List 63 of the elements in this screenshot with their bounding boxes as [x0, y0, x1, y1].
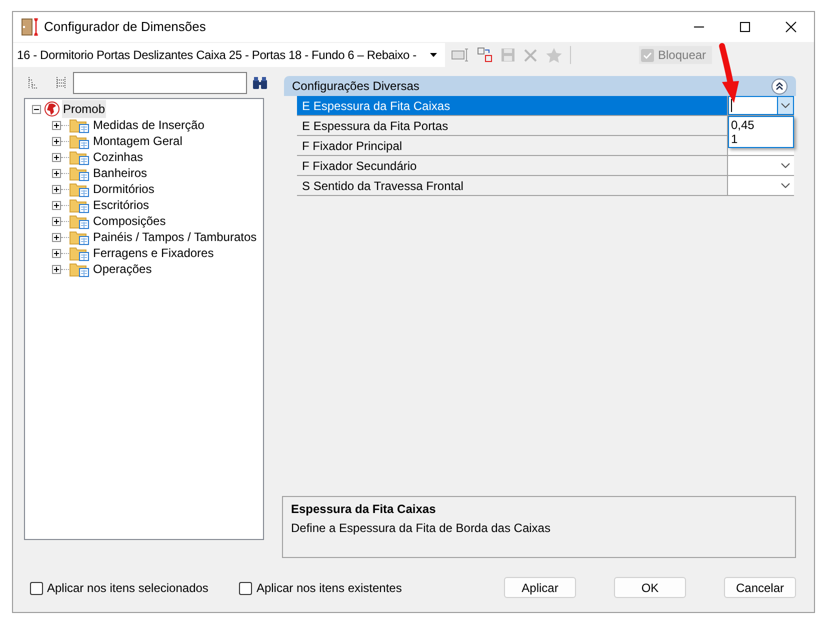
folder-icon [69, 133, 90, 149]
expand-icon[interactable] [52, 184, 61, 194]
item-combo[interactable]: 16 - Dormitorio Portas Deslizantes Caixa 25 - Portas 18 - Fundo 6 – Rebaixo - [13, 43, 445, 67]
list-view-icon[interactable] [56, 76, 66, 90]
tree-item[interactable]: Medidas de Inserção [92, 116, 206, 134]
folder-icon [69, 261, 90, 277]
folder-icon [69, 213, 90, 229]
expand-icon[interactable] [52, 136, 61, 146]
folder-icon [69, 229, 90, 245]
dialog-button[interactable]: Cancelar [724, 577, 796, 598]
expand-icon[interactable] [52, 120, 61, 130]
search-field[interactable] [73, 72, 247, 94]
expand-icon[interactable] [52, 168, 61, 178]
value-dropdown[interactable] [728, 96, 794, 115]
dropdown-icon[interactable] [430, 52, 438, 58]
collapse-icon[interactable] [32, 104, 41, 114]
category-title: Configurações Diversas [292, 78, 420, 95]
expand-icon[interactable] [52, 264, 61, 274]
globe-icon [44, 101, 60, 117]
expand-icon[interactable] [52, 152, 61, 162]
dropdown-option[interactable]: 1 [729, 132, 793, 146]
category-header[interactable]: Configurações Diversas [284, 76, 796, 96]
chevron-icon[interactable] [781, 163, 790, 168]
checkbox[interactable] [30, 582, 43, 594]
tree-item[interactable]: Dormitórios [92, 180, 156, 198]
app-icon [21, 18, 41, 36]
tree-item[interactable]: Ferragens e Fixadores [92, 244, 215, 262]
dialog-button[interactable]: Aplicar [504, 577, 576, 598]
tree-item[interactable]: Montagem Geral [92, 132, 184, 150]
expand-icon[interactable] [52, 248, 61, 258]
checkbox-label: Aplicar nos itens existentes [256, 580, 402, 597]
star-icon[interactable] [546, 48, 562, 62]
checkbox-label: Aplicar nos itens selecionados [47, 580, 208, 597]
binoculars-icon[interactable] [252, 76, 268, 90]
tree-item[interactable]: Promob [62, 100, 106, 118]
description-title: Espessura da Fita Caixas [291, 501, 437, 518]
window-title: Configurador de Dimensões [44, 18, 206, 36]
folder-icon [69, 245, 90, 261]
expand-icon[interactable] [52, 216, 61, 226]
folder-icon [69, 181, 90, 197]
tree-item[interactable]: Cozinhas [92, 148, 144, 166]
tree-item[interactable]: Painéis / Tampos / Tamburatos [92, 228, 258, 246]
checkbox[interactable] [239, 582, 252, 594]
folder-icon [69, 197, 90, 213]
tree-item[interactable]: Composições [92, 212, 167, 230]
folder-icon [69, 149, 90, 165]
lock-label: Bloquear [658, 47, 706, 64]
tree-item[interactable]: Escritórios [92, 196, 150, 214]
expand-icon[interactable] [52, 232, 61, 242]
tree-item[interactable]: Banheiros [92, 164, 148, 182]
chevron-icon[interactable] [781, 183, 790, 188]
folder-icon [69, 165, 90, 181]
annotation-arrow [718, 42, 740, 104]
expand-icon[interactable] [52, 200, 61, 210]
folder-icon [69, 117, 90, 133]
move-icon[interactable] [477, 47, 493, 63]
dropdown-option[interactable]: 0,45 [729, 118, 793, 132]
property-name[interactable]: E Espessura da Fita Caixas [297, 96, 728, 115]
description-text: Define a Espessura da Fita de Borda das Caixas [291, 520, 552, 537]
chevron-icon[interactable] [781, 103, 790, 108]
collapse-icon[interactable] [771, 78, 788, 94]
tree-item[interactable]: Operações [92, 260, 153, 278]
dialog-button[interactable]: OK [614, 577, 686, 598]
